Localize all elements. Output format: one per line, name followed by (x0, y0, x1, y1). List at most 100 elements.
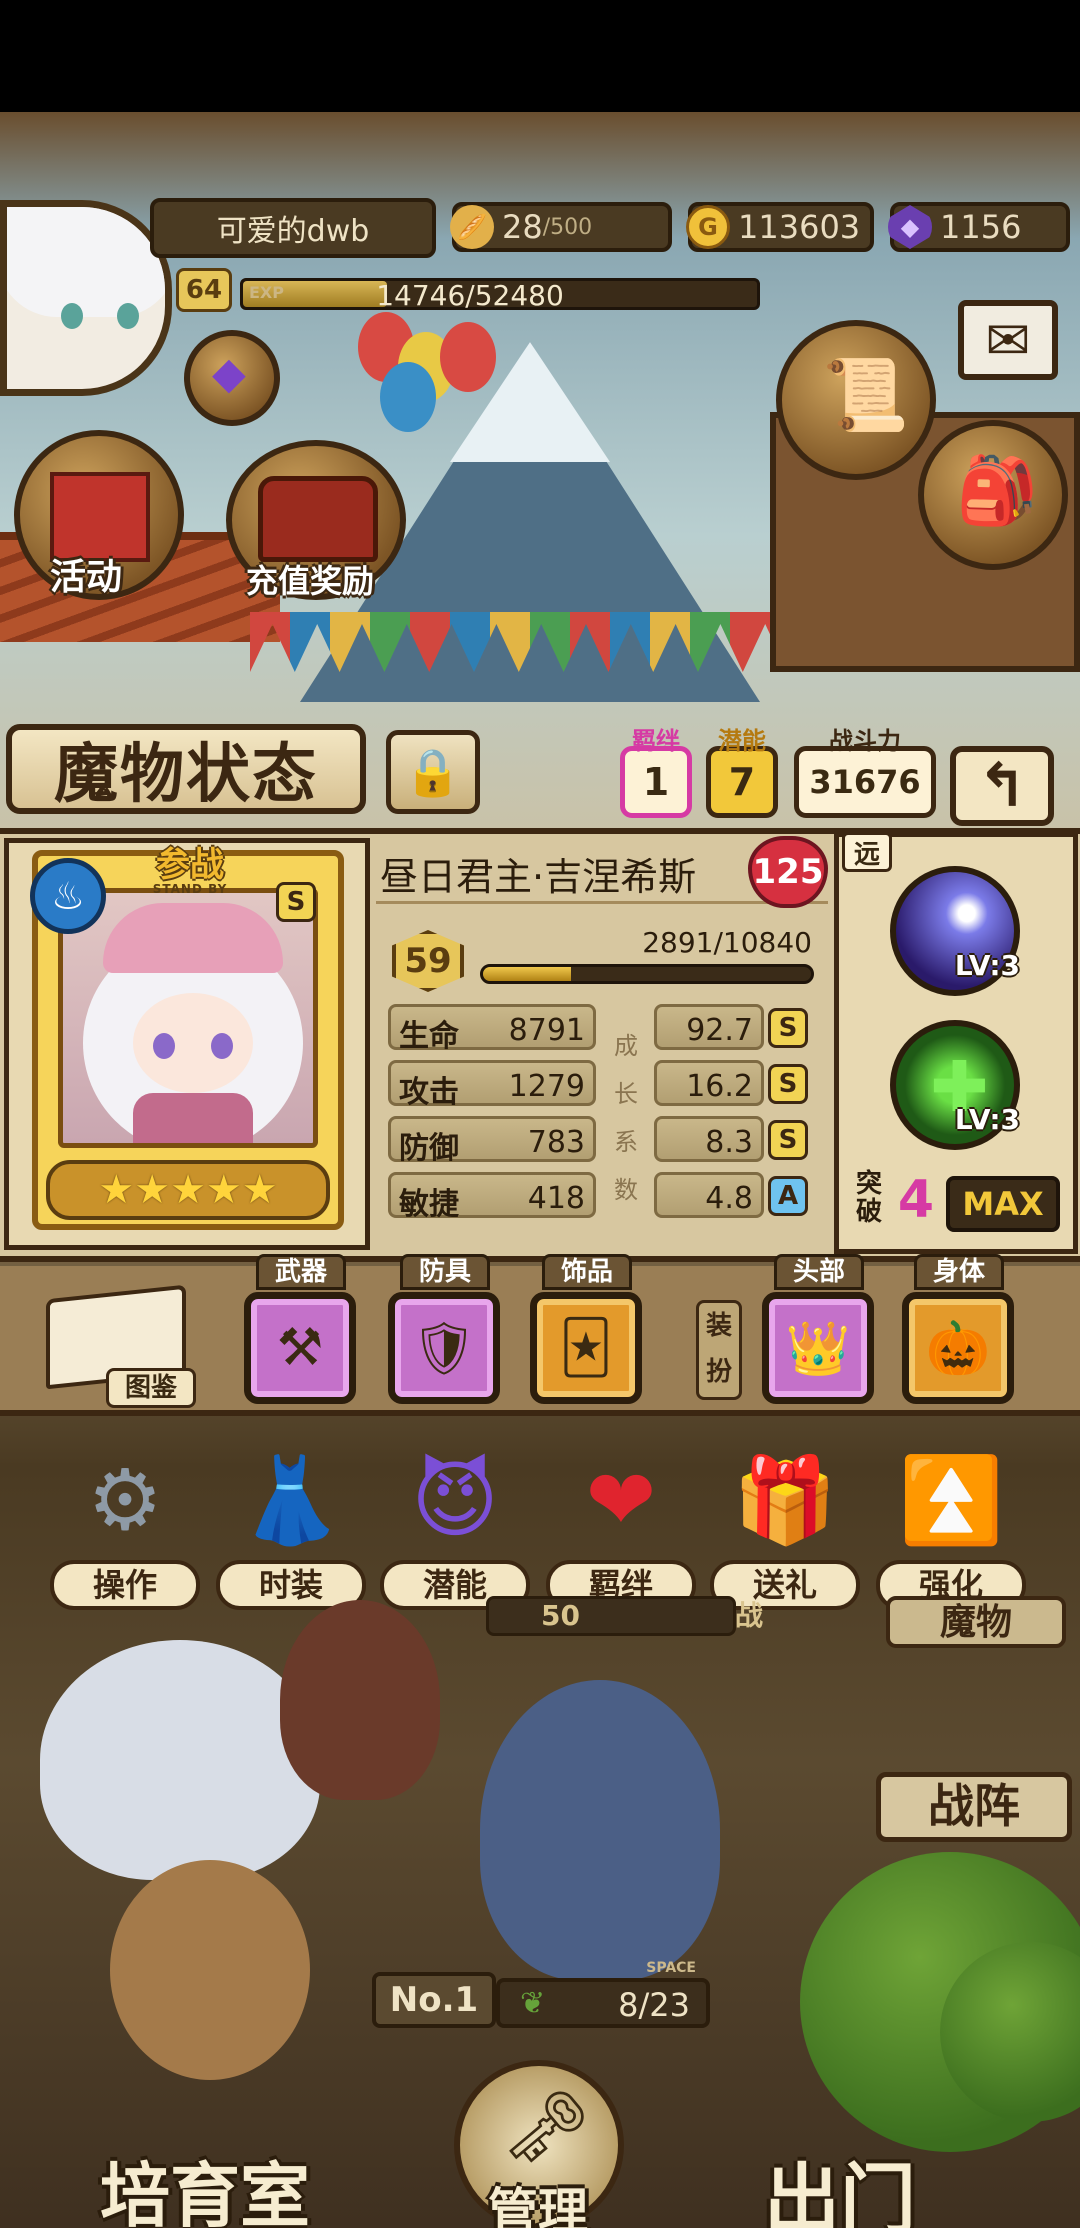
page-title: 魔物状态 (6, 724, 366, 814)
body-slot[interactable]: 🎃 (902, 1292, 1014, 1404)
fashion-button[interactable]: 👗 时装 (216, 1440, 366, 1610)
growth-row-agility: 4.8 (654, 1172, 764, 1218)
card-rank-badge: S (276, 882, 316, 922)
space-label: SPACE (646, 1960, 696, 1976)
growth-value: 4.8 (705, 1181, 753, 1216)
space-value: 8/23 (618, 1986, 690, 2024)
no-label: No. (389, 1980, 455, 2020)
head-slot[interactable]: 👑 (762, 1292, 874, 1404)
exp-value: 14746/52480 (376, 279, 564, 312)
no-value: 1 (454, 1980, 479, 2020)
operate-button[interactable]: ⚙ 操作 (50, 1440, 200, 1610)
stat-value: 1279 (508, 1069, 585, 1104)
weapon-slot[interactable]: ⚒ (244, 1292, 356, 1404)
monster-exp-fill (483, 967, 571, 981)
standby-en: STAND BY (152, 882, 228, 896)
growth-row-defense: 8.3 (654, 1116, 764, 1162)
range-tag: 远 (842, 832, 892, 872)
portrait-face (133, 993, 253, 1093)
portrait-hat (103, 903, 283, 973)
back-button[interactable]: ↰ (950, 746, 1054, 826)
growth-char: 系 (614, 1128, 638, 1156)
outfit-icon: 👗 (238, 1450, 344, 1549)
stat-value: 8791 (508, 1013, 585, 1048)
portrait-eye (211, 1033, 233, 1059)
player-avatar[interactable] (0, 200, 172, 396)
monster-exp-bar (480, 964, 814, 984)
quest-scroll-button[interactable]: 📜 (776, 320, 936, 480)
space-counter: ❦ SPACE 8/23 (496, 1960, 710, 2028)
monster-portrait (58, 888, 318, 1148)
gear-icon: ⚙ (87, 1451, 163, 1549)
enhance-button[interactable]: ⏫ 强化 (876, 1440, 1026, 1610)
player-level-badge: 64 (176, 268, 232, 312)
bag-button[interactable]: 🎒 (918, 420, 1068, 570)
recharge-reward-label: 充值奖励 (246, 562, 375, 600)
treasure-chest-icon (258, 476, 378, 562)
shield-icon: 🛡 (410, 1318, 477, 1379)
lock-button[interactable]: 🔒 (386, 730, 480, 814)
scythe-icon: ⚒ (276, 1318, 324, 1378)
codex-label: 图鉴 (106, 1368, 196, 1408)
avatar-hair (7, 207, 165, 317)
gold-counter[interactable]: G 113603 (686, 202, 874, 252)
player-exp-bar: EXP 14746/52480 (240, 278, 760, 312)
stamina-value: 28 (502, 208, 543, 246)
lock-icon: 🔒 (404, 744, 462, 799)
balloon-blue (380, 362, 436, 432)
star-icon: ★ (205, 1167, 242, 1213)
gem-counter[interactable]: ◆ 1156 (888, 202, 1070, 252)
max-button[interactable]: MAX (946, 1176, 1060, 1232)
power-chip: 战斗力 31676 (794, 727, 936, 818)
skill-2-button[interactable]: ✚ LV:3 (890, 1020, 1020, 1150)
chibi-centaur[interactable] (280, 1600, 440, 1800)
power-value: 31676 (809, 763, 921, 801)
water-element-icon: ♨ (30, 858, 106, 934)
skill-1-button[interactable]: LV:3 (890, 866, 1020, 996)
leaf-icon: ❦ (520, 1986, 546, 2021)
armor-slot[interactable]: 🛡 (388, 1292, 500, 1404)
growth-char: 成 (614, 1032, 638, 1060)
growth-char: 数 (614, 1176, 638, 1204)
stamina-counter[interactable]: 🥖 28/500 (450, 202, 672, 252)
gem-shop-button[interactable]: ◆ (184, 330, 280, 426)
formation-button[interactable]: 战阵 (876, 1772, 1072, 1842)
breakthrough-value: 4 (897, 1170, 935, 1230)
tiara-icon: 👑 (785, 1318, 851, 1379)
heart-icon: ❤ (585, 1451, 657, 1549)
demon-icon: 😈 (411, 1451, 499, 1549)
partial-tag: 战 (734, 1599, 763, 1632)
growth-row-attack: 16.2 (654, 1060, 764, 1106)
potential-button[interactable]: 😈 潜能 (380, 1440, 530, 1610)
gold-value: 113603 (738, 208, 861, 246)
stat-value: 783 (527, 1125, 585, 1160)
nursery-button[interactable]: 培育室 (100, 2140, 310, 2228)
bread-icon: 🥖 (450, 205, 494, 249)
codex-button[interactable]: 图鉴 (46, 1282, 196, 1408)
partial-level-bar: 50 战 (486, 1596, 763, 1636)
accessory-slot-label: 饰品 (542, 1254, 632, 1290)
mail-button[interactable]: ✉ (958, 300, 1058, 380)
potential-label: 潜能 (718, 727, 766, 755)
stat-key: 防御 (399, 1131, 459, 1166)
star-icon: ★ (134, 1167, 171, 1213)
avatar-eye (117, 303, 139, 329)
potential-value: 7 (728, 760, 756, 804)
go-out-button[interactable]: 出门 (764, 2138, 916, 2228)
breakthrough-label: 突破 (855, 1169, 882, 1227)
accessory-slot[interactable]: 🃏 (530, 1292, 642, 1404)
chibi-elf-knight[interactable] (480, 1680, 720, 1980)
stat-value: 418 (527, 1181, 585, 1216)
heart-badge: 125 (748, 836, 828, 908)
portrait-body (133, 1093, 253, 1143)
back-arrow-icon: ↰ (976, 751, 1028, 821)
avatar-eye (61, 303, 83, 329)
bond-button[interactable]: ❤ 羁绊 (546, 1440, 696, 1610)
gem-icon: ◆ (888, 205, 932, 249)
gold-coin-icon: G (686, 205, 730, 249)
monster-tab[interactable]: 魔物 (886, 1596, 1066, 1648)
gift-button[interactable]: 🎁 送礼 (710, 1440, 860, 1610)
power-label: 战斗力 (829, 727, 901, 755)
skill-level: LV:3 (954, 1103, 1020, 1136)
chibi-oni-girl[interactable] (40, 1640, 320, 1880)
